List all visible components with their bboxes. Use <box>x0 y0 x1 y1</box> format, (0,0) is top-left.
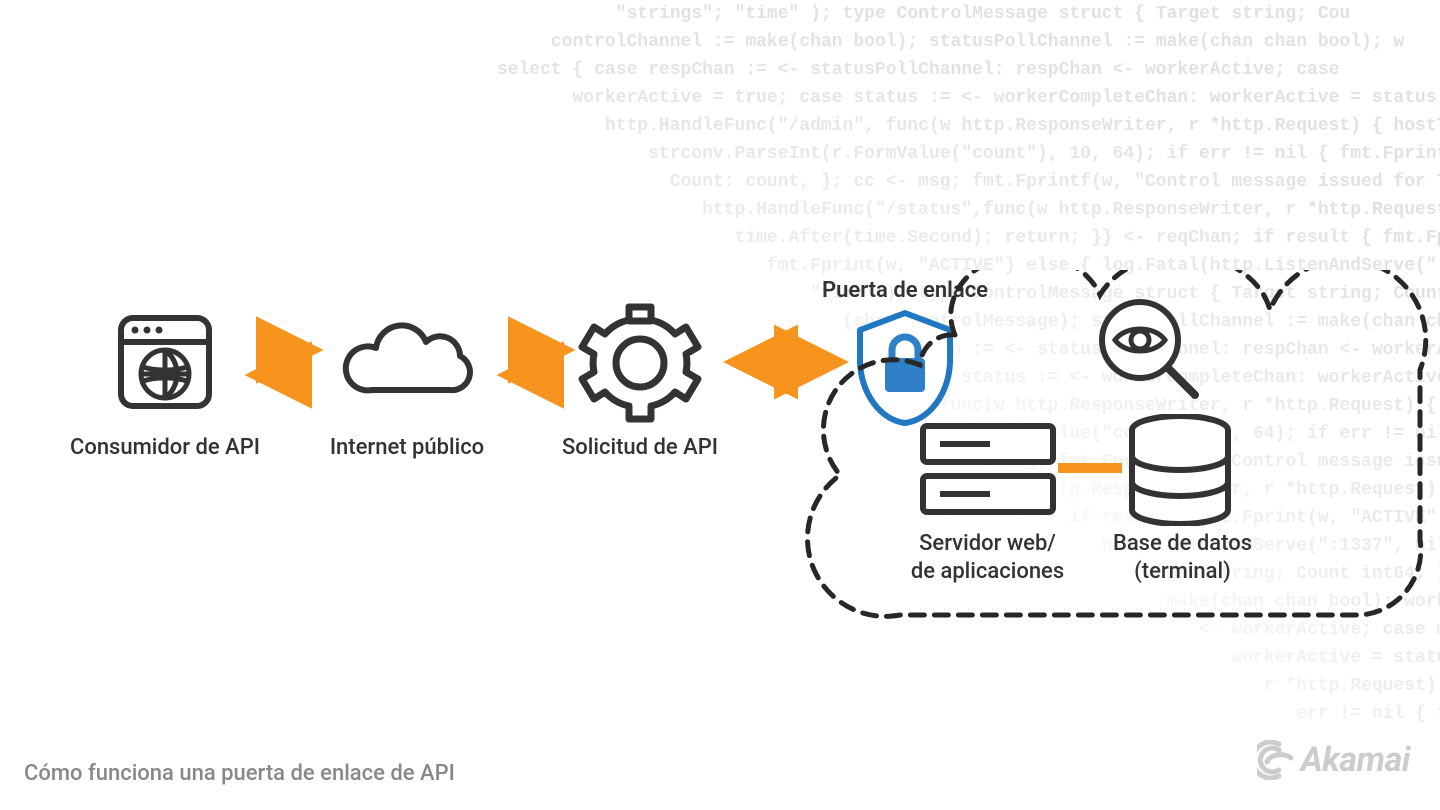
diagram-caption: Cómo funciona una puerta de enlace de AP… <box>24 761 455 786</box>
connectors-layer <box>0 0 1440 810</box>
brand-logo: Akamai <box>1257 740 1410 780</box>
brand-wave-icon <box>1257 740 1297 780</box>
brand-text: Akamai <box>1301 740 1410 780</box>
